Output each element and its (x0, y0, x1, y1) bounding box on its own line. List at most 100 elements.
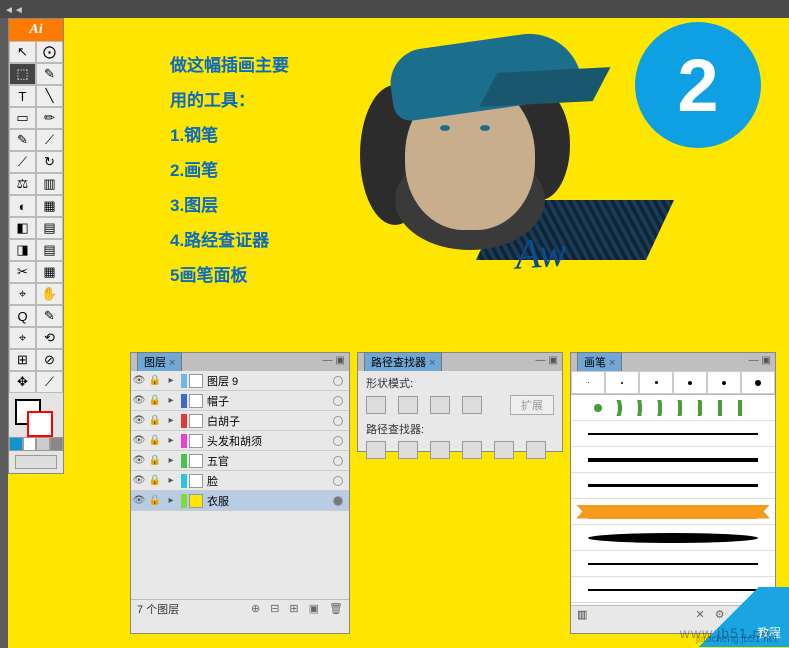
layer-row[interactable]: 👁🔒▸白胡子 (131, 411, 349, 431)
mode-swatch[interactable] (9, 437, 23, 451)
brush-swatch[interactable] (571, 525, 775, 551)
layer-row[interactable]: 👁🔒▸头发和胡须 (131, 431, 349, 451)
brush-swatch[interactable] (571, 395, 775, 421)
target-icon[interactable] (333, 416, 343, 426)
close-tab-icon[interactable]: × (609, 357, 615, 369)
brush-tip[interactable] (707, 371, 741, 394)
minimize-icon[interactable]: — (749, 355, 759, 366)
expand-icon[interactable]: ▸ (163, 455, 179, 466)
tool-button[interactable]: ▥ (36, 173, 63, 195)
tool-button[interactable]: ⟋ (36, 371, 63, 393)
minus-front-button[interactable] (398, 396, 418, 414)
close-icon[interactable]: ▣ (762, 355, 771, 366)
brushes-tab[interactable]: 画笔× (577, 352, 622, 371)
intersect-button[interactable] (430, 396, 450, 414)
new-layer2-icon[interactable]: ▣ (309, 602, 319, 615)
delete-icon[interactable]: 🗑 (329, 602, 343, 615)
expand-icon[interactable]: ▸ (163, 395, 179, 406)
mode-swatch[interactable] (23, 437, 37, 451)
trim-button[interactable] (398, 441, 418, 459)
mode-swatch[interactable] (50, 437, 64, 451)
brush-tip[interactable] (639, 371, 673, 394)
divide-button[interactable] (366, 441, 386, 459)
tool-button[interactable]: ⚖ (9, 173, 36, 195)
expand-icon[interactable]: ▸ (163, 475, 179, 486)
tool-button[interactable]: ⌖ (9, 283, 36, 305)
tool-button[interactable]: ✏ (36, 107, 63, 129)
pathfinder-tab[interactable]: 路径查找器× (364, 352, 442, 371)
expand-icon[interactable]: ▸ (163, 495, 179, 506)
lock-icon[interactable]: 🔒 (147, 435, 163, 446)
tool-button[interactable]: ⟋ (36, 129, 63, 151)
tool-button[interactable]: ↻ (36, 151, 63, 173)
lock-icon[interactable]: 🔒 (147, 475, 163, 486)
close-tab-icon[interactable]: × (429, 357, 435, 369)
visibility-icon[interactable]: 👁 (131, 455, 147, 466)
minus-back-button[interactable] (526, 441, 546, 459)
brush-swatch[interactable] (571, 421, 775, 447)
visibility-icon[interactable]: 👁 (131, 395, 147, 406)
crop-button[interactable] (462, 441, 482, 459)
lock-icon[interactable]: 🔒 (147, 395, 163, 406)
new-sublayer-icon[interactable]: ⊟ (270, 602, 279, 615)
tool-button[interactable]: ↖ (9, 41, 36, 63)
tool-button[interactable]: ◧ (9, 217, 36, 239)
screen-mode-button[interactable] (15, 455, 57, 469)
tool-button[interactable]: ⨀ (36, 41, 63, 63)
tool-button[interactable]: ⊞ (9, 349, 36, 371)
expand-button[interactable]: 扩展 (510, 395, 554, 415)
tool-button[interactable]: ✎ (36, 63, 63, 85)
lock-icon[interactable]: 🔒 (147, 415, 163, 426)
locate-icon[interactable]: ⊕ (251, 602, 260, 615)
brush-tip[interactable] (571, 371, 605, 394)
target-icon[interactable] (333, 436, 343, 446)
tool-button[interactable]: ⌖ (9, 327, 36, 349)
target-icon[interactable] (333, 396, 343, 406)
expand-icon[interactable]: ▸ (163, 415, 179, 426)
tool-button[interactable]: ✎ (9, 129, 36, 151)
visibility-icon[interactable]: 👁 (131, 435, 147, 446)
brush-swatch[interactable] (571, 447, 775, 473)
unite-button[interactable] (366, 396, 386, 414)
layers-tab[interactable]: 图层× (137, 352, 182, 371)
minimize-icon[interactable]: — (536, 355, 546, 366)
tool-button[interactable]: ⊘ (36, 349, 63, 371)
visibility-icon[interactable]: 👁 (131, 475, 147, 486)
target-icon[interactable] (333, 456, 343, 466)
tool-button[interactable]: ▤ (36, 239, 63, 261)
brush-swatch[interactable] (571, 473, 775, 499)
brush-tip[interactable] (605, 371, 639, 394)
layer-row[interactable]: 👁🔒▸脸 (131, 471, 349, 491)
brush-swatch[interactable] (571, 499, 775, 525)
fill-stroke-swatch[interactable] (9, 393, 63, 437)
tool-button[interactable]: ▤ (36, 217, 63, 239)
brush-lib-icon[interactable]: ▥ (577, 608, 587, 621)
brush-tip[interactable] (741, 371, 775, 394)
tool-button[interactable]: ✥ (9, 371, 36, 393)
tool-button[interactable]: T (9, 85, 36, 107)
tool-button[interactable]: ⟲ (36, 327, 63, 349)
expand-icon[interactable]: ▸ (163, 375, 179, 386)
visibility-icon[interactable]: 👁 (131, 375, 147, 386)
tool-button[interactable]: ✂ (9, 261, 36, 283)
stroke-color[interactable] (27, 411, 53, 437)
tool-button[interactable]: ⟋ (9, 151, 36, 173)
lock-icon[interactable]: 🔒 (147, 495, 163, 506)
brush-tip[interactable] (673, 371, 707, 394)
lock-icon[interactable]: 🔒 (147, 455, 163, 466)
tool-button[interactable]: ◐ (9, 195, 36, 217)
tool-button[interactable]: ⬚ (9, 63, 36, 85)
tool-button[interactable]: ▦ (36, 195, 63, 217)
mode-swatch[interactable] (36, 437, 50, 451)
brush-swatch[interactable] (571, 551, 775, 577)
layer-row[interactable]: 👁🔒▸五官 (131, 451, 349, 471)
visibility-icon[interactable]: 👁 (131, 415, 147, 426)
outline-button[interactable] (494, 441, 514, 459)
tool-button[interactable]: ✎ (36, 305, 63, 327)
close-icon[interactable]: ▣ (336, 355, 345, 366)
new-layer-icon[interactable]: ⊞ (289, 602, 298, 615)
merge-button[interactable] (430, 441, 450, 459)
exclude-button[interactable] (462, 396, 482, 414)
collapse-icon[interactable]: ◄◄ (0, 5, 24, 16)
close-tab-icon[interactable]: × (169, 357, 175, 369)
